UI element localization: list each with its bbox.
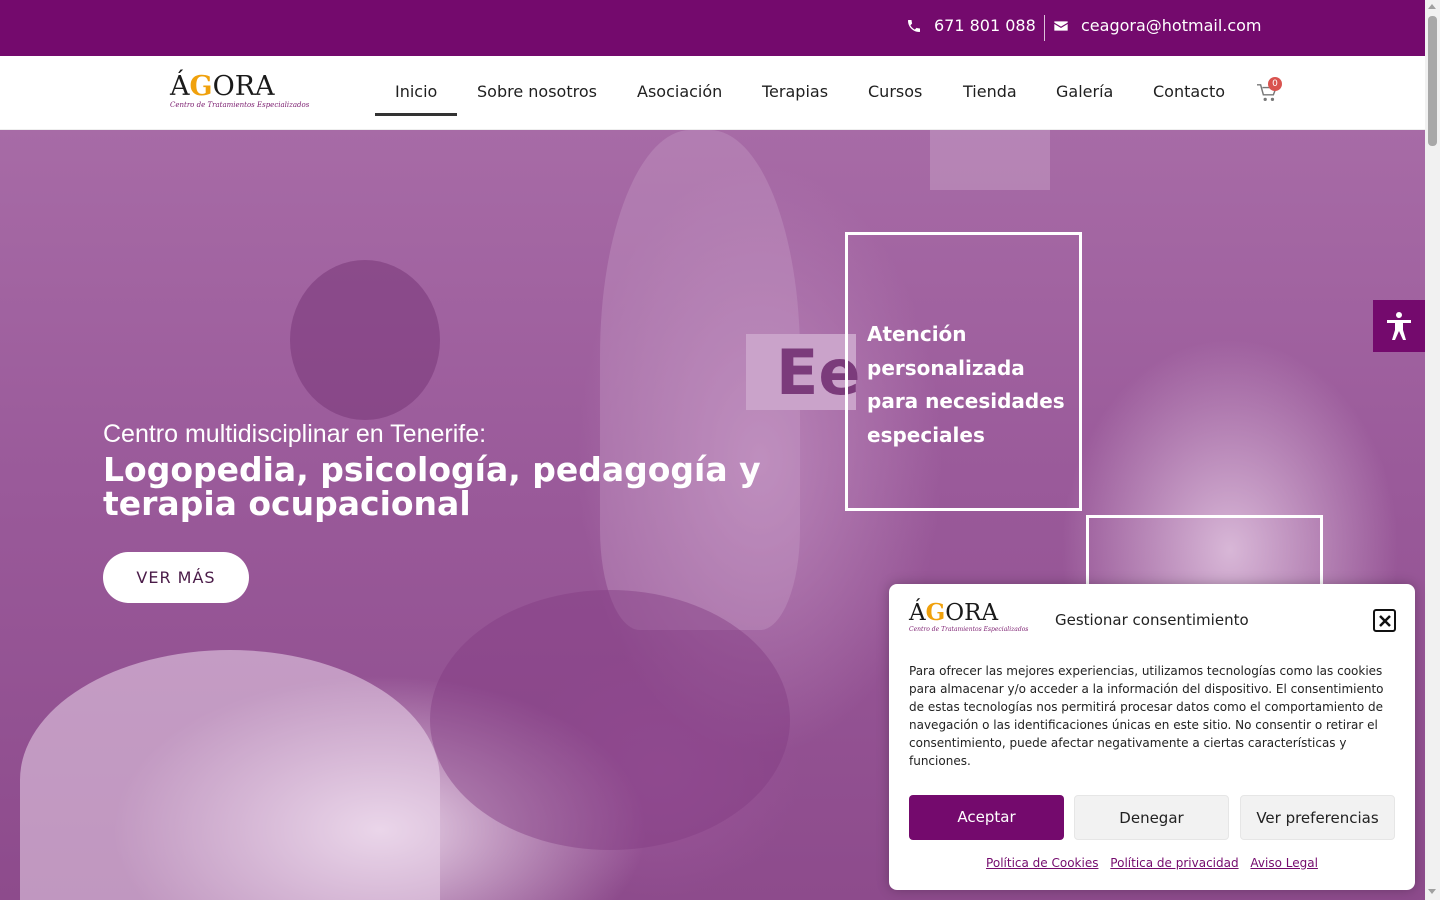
phone-link[interactable]: 671 801 088 <box>906 16 1036 35</box>
hero-subtitle: Centro multidisciplinar en Tenerife: <box>103 420 487 448</box>
consent-logo-letter-a: Á <box>909 600 926 626</box>
consent-description: Para ofrecer las mejores experiencias, u… <box>909 664 1384 768</box>
top-contact-bar: 671 801 088 ceagora@hotmail.com <box>0 0 1425 56</box>
accessibility-icon <box>1387 312 1411 340</box>
nav-item-tienda[interactable]: Tienda <box>963 82 1017 101</box>
hero-photo-child-head <box>290 260 440 420</box>
hero-photo-wall <box>930 130 1050 190</box>
scroll-down-arrow-icon[interactable] <box>1428 889 1436 894</box>
cookie-consent-dialog: ÁGORA Centro de Tratamientos Especializa… <box>889 584 1415 890</box>
hero-photo-beanbag <box>430 590 790 850</box>
consent-links: Política de Cookies Política de privacid… <box>889 856 1415 870</box>
accessibility-button[interactable] <box>1373 300 1425 352</box>
nav-item-sobre-nosotros[interactable]: Sobre nosotros <box>477 82 597 101</box>
nav-active-indicator <box>375 113 457 116</box>
consent-logo-letter-g: G <box>925 599 946 626</box>
privacy-policy-link[interactable]: Política de privacidad <box>1110 856 1238 870</box>
hero-frame-text: Atención personalizada para necesidades … <box>867 322 1065 447</box>
nav-item-inicio[interactable]: Inicio <box>395 82 437 101</box>
nav-item-galeria[interactable]: Galería <box>1056 82 1113 101</box>
scroll-up-arrow-icon[interactable] <box>1428 4 1436 9</box>
accept-button[interactable]: Aceptar <box>909 795 1064 840</box>
topbar-divider <box>1044 15 1045 41</box>
consent-close-button[interactable] <box>1373 609 1396 632</box>
hero-photo-letter-card: Ee <box>746 334 860 410</box>
site-header: Á G ORA Centro de Tratamientos Especializa… <box>0 56 1425 130</box>
consent-title: Gestionar consentimiento <box>1055 611 1249 629</box>
consent-logo: ÁGORA Centro de Tratamientos Especializa… <box>909 599 1029 636</box>
nav-item-cursos[interactable]: Cursos <box>868 82 922 101</box>
phone-number: 671 801 088 <box>934 16 1036 35</box>
logo-tagline: Centro de Tratamientos Especializados <box>170 101 310 109</box>
consent-logo-tagline: Centro de Tratamientos Especializados <box>909 626 1029 633</box>
cookie-policy-link[interactable]: Política de Cookies <box>986 856 1098 870</box>
nav-item-terapias[interactable]: Terapias <box>762 82 828 101</box>
email-link[interactable]: ceagora@hotmail.com <box>1053 16 1262 35</box>
logo-letter-a: Á <box>170 71 190 102</box>
deny-button[interactable]: Denegar <box>1074 795 1229 840</box>
site-logo[interactable]: Á G ORA Centro de Tratamientos Especializa… <box>170 72 310 116</box>
logo-letters-ora: ORA <box>212 71 275 102</box>
cart-count-badge: 0 <box>1268 77 1282 91</box>
email-address: ceagora@hotmail.com <box>1081 16 1262 35</box>
consent-logo-wordmark: ÁGORA <box>909 599 1011 627</box>
logo-wordmark: Á G ORA <box>170 72 285 102</box>
phone-icon <box>908 19 920 32</box>
consent-logo-letters-ora: ORA <box>945 600 999 626</box>
envelope-icon <box>1054 20 1068 31</box>
logo-letter-g: G <box>189 71 213 102</box>
hero-title: Logopedia, psicología, pedagogía y terap… <box>103 450 761 523</box>
nav-item-asociacion[interactable]: Asociación <box>637 82 722 101</box>
ver-mas-button[interactable]: VER MÁS <box>103 552 249 603</box>
view-preferences-button[interactable]: Ver preferencias <box>1240 795 1395 840</box>
scrollbar-thumb[interactable] <box>1428 16 1437 146</box>
close-icon <box>1378 614 1391 627</box>
legal-notice-link[interactable]: Aviso Legal <box>1250 856 1318 870</box>
nav-item-contacto[interactable]: Contacto <box>1153 82 1225 101</box>
hero-photo-child-shirt <box>20 650 440 900</box>
